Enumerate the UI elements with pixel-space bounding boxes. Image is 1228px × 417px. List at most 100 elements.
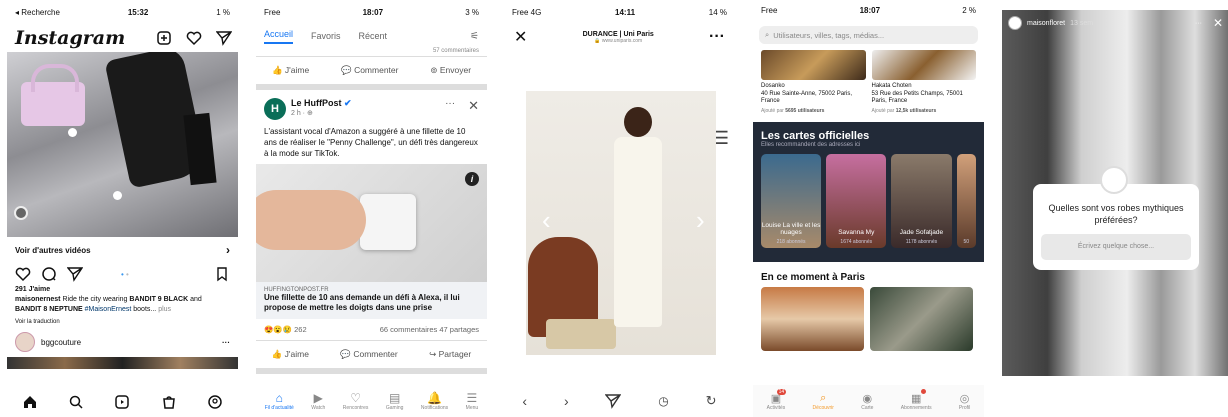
like-heart-icon[interactable] bbox=[15, 266, 31, 282]
status-bar: Free 4G 14:11 14 % bbox=[504, 0, 735, 24]
place-photo[interactable] bbox=[761, 286, 864, 351]
browser-screen: Free 4G 14:11 14 % ✕ DURANCE | Uni Paris… bbox=[504, 0, 735, 417]
page-url: 🔒 www.uniparis.com bbox=[594, 37, 643, 44]
story-user[interactable]: maisonfloret bbox=[1027, 20, 1065, 27]
profile-icon[interactable] bbox=[207, 394, 223, 410]
comment-icon[interactable] bbox=[41, 266, 57, 282]
more-options-icon[interactable]: ··· bbox=[709, 28, 725, 46]
nav-gaming[interactable]: ▤ Gaming bbox=[386, 391, 404, 411]
search-icon: ⌕ bbox=[765, 30, 770, 39]
nav-menu[interactable]: ☰ Menu bbox=[466, 391, 479, 411]
bottom-nav: ▣ 14 Activités ⌕ Découvrir ◉ Carte ▦ Abonneme… bbox=[753, 385, 984, 417]
more-options-icon[interactable]: ··· bbox=[222, 338, 230, 347]
reels-icon[interactable] bbox=[114, 394, 130, 410]
nav-discover[interactable]: ⌕ Découvrir bbox=[813, 392, 834, 411]
place-photo[interactable] bbox=[870, 286, 973, 351]
translate-link[interactable]: Voir la traduction bbox=[15, 317, 230, 327]
status-bar: ◂ Recherche 15:32 1 % bbox=[7, 0, 238, 24]
product-tag-dot[interactable] bbox=[68, 128, 77, 137]
close-icon[interactable]: ✕ bbox=[468, 98, 479, 114]
back-icon[interactable]: ‹ bbox=[522, 393, 527, 409]
caption-text: Ride the city wearing bbox=[60, 296, 130, 303]
home-icon[interactable] bbox=[22, 394, 38, 410]
heart-icon[interactable] bbox=[186, 30, 202, 46]
status-battery: 3 % bbox=[465, 7, 479, 17]
tab-favoris[interactable]: Favoris bbox=[311, 31, 341, 41]
caption-user[interactable]: maisonernest bbox=[15, 296, 61, 303]
search-icon[interactable] bbox=[68, 394, 84, 410]
product-tag-dot[interactable] bbox=[113, 191, 122, 200]
answer-input[interactable]: Écrivez quelque chose... bbox=[1041, 234, 1191, 260]
place-card[interactable]: Dosanko 40 Rue Sainte-Anne, 75002 Paris,… bbox=[761, 50, 866, 114]
comments-count[interactable]: 66 commentaires bbox=[380, 325, 438, 334]
nav-profile[interactable]: ◎ Profil bbox=[959, 392, 970, 411]
place-card[interactable]: Hakata Choten 53 Rue des Petits Champs, … bbox=[871, 50, 976, 114]
tab-recent[interactable]: Récent bbox=[359, 31, 388, 41]
shares-count[interactable]: 47 partages bbox=[439, 325, 479, 334]
avatar[interactable] bbox=[1008, 16, 1022, 30]
avatar[interactable] bbox=[15, 332, 35, 352]
more-options-icon[interactable]: ··· bbox=[1195, 20, 1202, 27]
nav-activities[interactable]: ▣ 14 Activités bbox=[767, 388, 787, 411]
caption-hashtag[interactable]: #MaisonErnest bbox=[83, 306, 132, 313]
add-post-icon[interactable] bbox=[156, 30, 172, 46]
map-pin-icon: ◉ bbox=[862, 392, 873, 405]
send-button[interactable]: ⊚ Envoyer bbox=[430, 65, 471, 76]
place-added: Ajouté par 12,5k utilisateurs bbox=[871, 107, 937, 114]
huffpost-avatar[interactable]: H bbox=[264, 98, 286, 120]
nav-feed[interactable]: ⌂ Fil d'actualité bbox=[265, 391, 294, 411]
see-more-videos-label: Voir d'autres vidéos bbox=[15, 245, 91, 255]
direct-message-icon[interactable] bbox=[216, 30, 232, 46]
next-post-user[interactable]: bggcouture bbox=[41, 338, 81, 347]
notification-badge: 14 bbox=[776, 388, 787, 395]
filter-icon[interactable]: ⚟ bbox=[470, 31, 479, 42]
close-icon[interactable]: ✕ bbox=[1213, 16, 1223, 30]
caption-more-link[interactable]: plus bbox=[158, 306, 171, 313]
info-icon[interactable]: i bbox=[465, 172, 479, 186]
nav-notifications[interactable]: 🔔 Notifications bbox=[421, 391, 448, 411]
comment-button[interactable]: 💬 Commenter bbox=[341, 65, 398, 76]
share-button[interactable]: ↪ Partager bbox=[429, 349, 471, 360]
story-screen: maisonfloret 13 sem ··· ✕ Quelles sont v… bbox=[1000, 0, 1228, 417]
status-battery: 2 % bbox=[962, 5, 976, 15]
close-icon[interactable]: ✕ bbox=[514, 27, 527, 47]
previous-image-arrow[interactable]: ‹ bbox=[542, 205, 551, 236]
next-image-arrow[interactable]: › bbox=[696, 205, 705, 236]
instagram-logo[interactable]: Instagram bbox=[15, 27, 125, 49]
reload-icon[interactable]: ↻ bbox=[706, 393, 717, 409]
nav-watch[interactable]: ▶ Watch bbox=[311, 391, 325, 411]
nav-map[interactable]: ◉ Carte bbox=[861, 392, 873, 411]
search-input[interactable]: ⌕ Utilisateurs, villes, tags, médias... bbox=[759, 26, 978, 44]
official-card[interactable]: Savanna My 1674 abonnés bbox=[826, 153, 887, 248]
page-name[interactable]: Le HuffPost ✔ bbox=[291, 98, 352, 109]
post-video[interactable] bbox=[7, 52, 238, 237]
place-added: Ajouté par 5695 utilisateurs bbox=[761, 107, 825, 114]
more-options-icon[interactable]: ··· bbox=[445, 98, 455, 109]
shop-icon[interactable] bbox=[161, 394, 177, 410]
history-icon[interactable]: ◷ bbox=[658, 394, 668, 408]
share-icon[interactable] bbox=[605, 393, 622, 409]
post-image[interactable]: i bbox=[256, 164, 487, 282]
nav-dating[interactable]: ♡ Rencontres bbox=[343, 391, 369, 411]
caption-text-2: and bbox=[188, 296, 202, 303]
reactions-count[interactable]: 😍😮😢 262 bbox=[264, 325, 307, 334]
tab-accueil[interactable]: Accueil bbox=[264, 29, 294, 44]
previous-comments[interactable]: 57 commentaires bbox=[256, 48, 487, 56]
divider bbox=[256, 368, 487, 374]
like-label: J'aime bbox=[284, 65, 310, 75]
bookmark-icon[interactable] bbox=[214, 266, 230, 282]
share-icon[interactable] bbox=[67, 266, 83, 282]
like-button[interactable]: 👍 J'aime bbox=[272, 349, 309, 360]
official-card[interactable]: Louise La ville et les nuages 218 abonnés bbox=[761, 153, 822, 248]
official-card[interactable]: Jade Sofatjade 1178 abonnés bbox=[891, 153, 952, 248]
product-image[interactable] bbox=[526, 91, 716, 355]
like-button[interactable]: 👍 J'aime bbox=[272, 65, 309, 76]
mute-icon[interactable] bbox=[14, 206, 28, 220]
official-card[interactable]: 50 bbox=[956, 153, 976, 248]
forward-icon[interactable]: › bbox=[564, 393, 569, 409]
comment-button[interactable]: 💬 Commenter bbox=[340, 349, 397, 360]
page-title-text: DURANCE | Uni Paris bbox=[582, 30, 654, 38]
nav-subscriptions[interactable]: ▦ Abonnements bbox=[901, 388, 932, 411]
see-more-videos-row[interactable]: Voir d'autres vidéos › bbox=[7, 237, 238, 263]
link-preview[interactable]: HUFFINGTONPOST.FR Une fillette de 10 ans… bbox=[256, 282, 487, 319]
